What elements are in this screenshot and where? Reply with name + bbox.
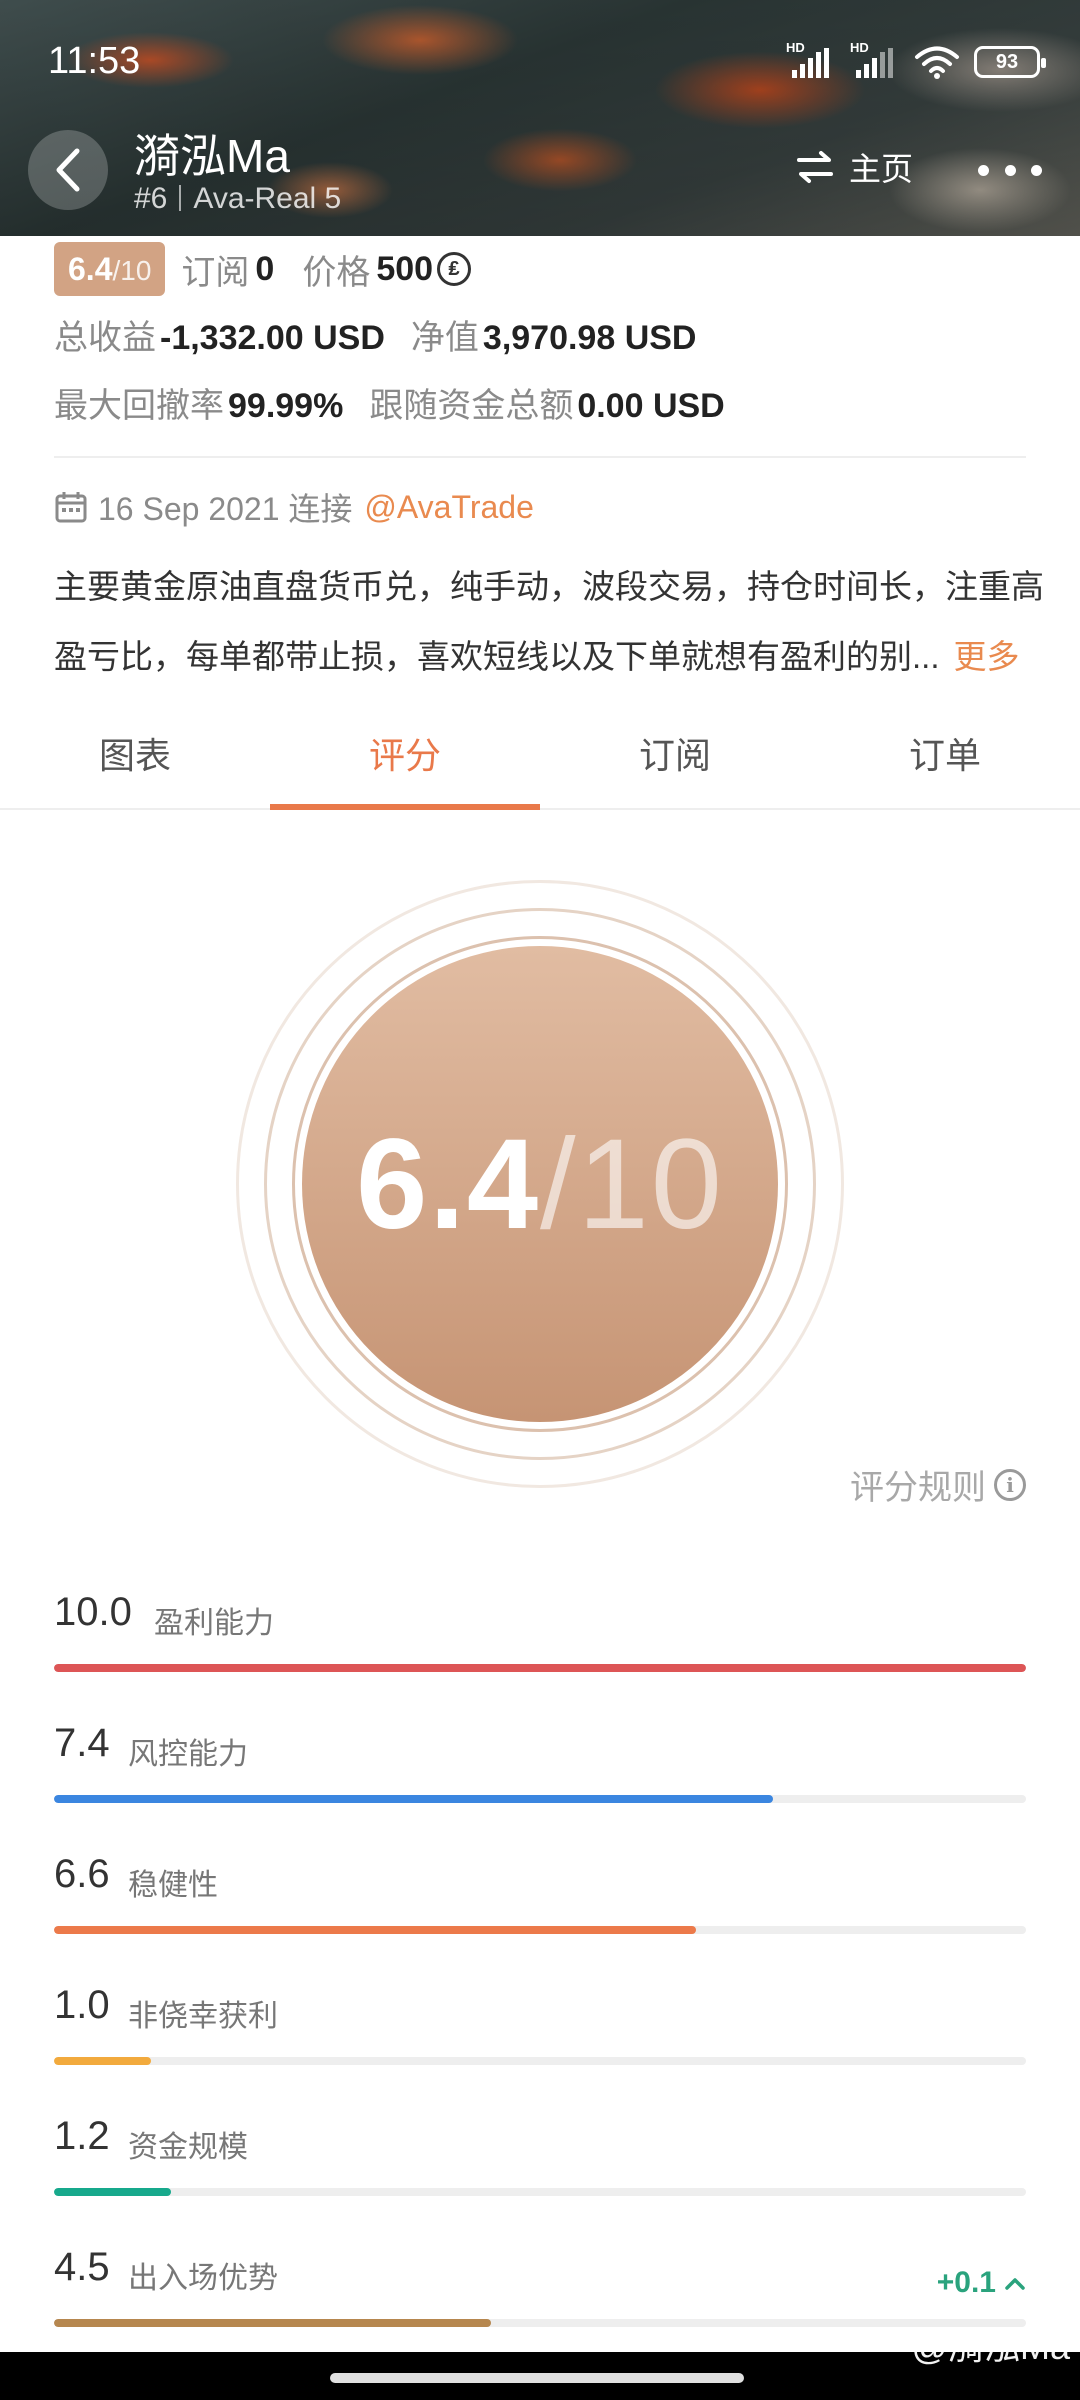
metric-row: 6.6 稳健性 [54, 1852, 1026, 1983]
tab-chart[interactable]: 图表 [0, 716, 270, 808]
description-text: 主要黄金原油直盘货币兑，纯手动，波段交易，持仓时间长，注重高盈亏比，每单都带止损… [54, 568, 1044, 675]
calendar-icon [55, 492, 87, 523]
metric-row: 10.0 盈利能力 [54, 1590, 1026, 1721]
metric-bar [54, 1926, 696, 1934]
follow-funds-value: 0.00 USD [577, 387, 725, 425]
big-score-den: /10 [540, 1112, 724, 1256]
metric-label: 资金规模 [128, 2131, 248, 2164]
total-profit-value: -1,332.00 USD [160, 319, 385, 357]
signal-icon: HD [786, 40, 836, 80]
connect-date: 16 Sep 2021 连接 [98, 491, 353, 527]
more-link[interactable]: 更多 [954, 638, 1020, 675]
home-label: 主页 [849, 151, 914, 187]
tab-bar: 图表 评分 订阅 订单 [0, 716, 1080, 810]
more-dots-icon [978, 164, 989, 176]
total-profit-label: 总收益 [54, 319, 156, 357]
score-badge: 6.4/10 [54, 242, 166, 296]
metric-row: 1.0 非侥幸获利 [54, 1983, 1026, 2114]
metric-row: 7.4 风控能力 [54, 1721, 1026, 1852]
big-score: 6.4/10 [356, 1111, 724, 1258]
metric-track [54, 2057, 1026, 2065]
metric-bar [54, 2188, 171, 2196]
strategy-description: 主要黄金原油直盘货币兑，纯手动，波段交易，持仓时间长，注重高盈亏比，每单都带止损… [54, 552, 1044, 692]
rank-label: #6 [134, 182, 168, 215]
metric-track [54, 1795, 1026, 1803]
metric-bar [54, 2057, 152, 2065]
metric-value: 4.5 [54, 2245, 110, 2289]
metric-value: 6.6 [54, 1852, 110, 1896]
metric-value: 1.2 [54, 2114, 110, 2158]
net-value-value: 3,970.98 USD [482, 319, 697, 357]
chevron-up-icon [1005, 2278, 1025, 2290]
tab-subscribe[interactable]: 订阅 [540, 716, 810, 808]
metric-bar [54, 1795, 774, 1803]
price-value: 500 [376, 249, 434, 288]
follow-funds-label: 跟随资金总额 [369, 387, 574, 425]
score-rules-label: 评分规则 [850, 1469, 986, 1507]
wifi-icon [915, 46, 959, 79]
score-rules-link[interactable]: 评分规则 i [850, 1460, 1026, 1509]
net-value-label: 净值 [410, 319, 479, 357]
more-options-button[interactable] [978, 150, 1042, 190]
status-time: 11:53 [48, 40, 141, 82]
metric-value: 7.4 [54, 1721, 110, 1765]
delta-value: +0.1 [936, 2266, 996, 2299]
score-badge-value: 6.4 [68, 251, 113, 287]
broker-link[interactable]: @AvaTrade [364, 489, 533, 526]
score-metrics: 10.0 盈利能力 7.4 风控能力 6.6 稳健性 1.0 非侥幸获利 1.2 资金规模 4.5 出… [54, 1590, 1026, 2376]
metric-label: 非侥幸获利 [128, 2000, 278, 2033]
swap-icon [797, 151, 833, 183]
metric-label: 稳健性 [128, 1869, 218, 1902]
metric-track [54, 1664, 1026, 1672]
nav-bar: 漪泓Ma #6 Ava-Real 5 主页 [0, 120, 1080, 230]
chevron-left-icon [56, 148, 80, 192]
metric-track [54, 1926, 1026, 1934]
info-icon: i [994, 1468, 1026, 1501]
max-drawdown-label: 最大回撤率 [54, 387, 224, 425]
tab-orders[interactable]: 订单 [810, 716, 1080, 808]
status-icons: HD HD 93 [786, 40, 1046, 80]
divider [54, 456, 1026, 458]
signal-icon-2: HD [850, 40, 900, 80]
price-label: 价格 [302, 253, 371, 292]
metric-label: 风控能力 [128, 1738, 248, 1771]
account-label: Ava-Real 5 [193, 182, 342, 215]
drawdown-row: 最大回撤率 99.99% 跟随资金总额 0.00 USD [54, 378, 725, 427]
home-indicator[interactable] [330, 2373, 744, 2383]
profit-row: 总收益 -1,332.00 USD 净值 3,970.98 USD [54, 310, 697, 359]
score-delta: +0.1 [937, 2266, 1026, 2300]
coin-icon: ₤ [437, 252, 472, 286]
watermark: @漪泓Ma [911, 2326, 1070, 2367]
subscribe-label: 订阅 [181, 253, 250, 292]
battery-icon: 93 [974, 46, 1046, 78]
metric-label: 盈利能力 [154, 1607, 274, 1640]
subscribe-value: 0 [255, 249, 275, 288]
account-subtitle: #6 Ava-Real 5 [134, 182, 341, 216]
metric-track [54, 2319, 1026, 2327]
score-disc: 6.4/10 [302, 946, 778, 1422]
score-circle: 6.4/10 [236, 880, 844, 1488]
metric-bar [54, 2319, 492, 2327]
metric-track [54, 2188, 1026, 2196]
score-badge-den: /10 [112, 255, 152, 286]
connect-row: 16 Sep 2021 连接 @AvaTrade [54, 484, 534, 530]
status-bar: 11:53 HD HD 93 [0, 30, 1080, 100]
big-score-value: 6.4 [356, 1112, 540, 1256]
tab-score[interactable]: 评分 [270, 716, 540, 810]
metric-row: 1.2 资金规模 [54, 2114, 1026, 2245]
home-button[interactable]: 主页 [795, 144, 913, 190]
metric-bar [54, 1664, 1026, 1672]
metric-value: 1.0 [54, 1983, 110, 2027]
max-drawdown-value: 99.99% [228, 387, 344, 425]
metric-value: 10.0 [54, 1590, 132, 1634]
metric-label: 出入场优势 [128, 2262, 278, 2295]
page-title: 漪泓Ma [134, 130, 290, 182]
score-row: 6.4/10 订阅 0 价格 500 ₤ [54, 242, 472, 296]
back-button[interactable] [28, 130, 108, 210]
